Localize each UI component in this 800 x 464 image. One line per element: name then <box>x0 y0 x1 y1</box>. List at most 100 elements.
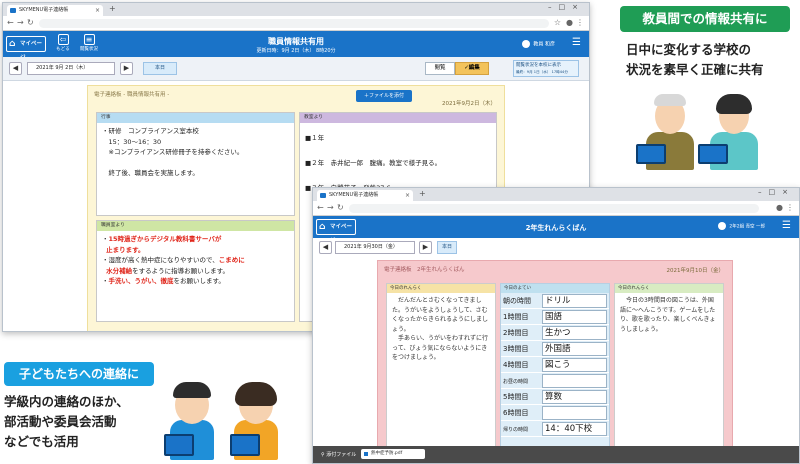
date-toolbar-2: ◀ 2021年 9月30日（金） ▶ 本日 <box>313 238 799 258</box>
date-field-2[interactable]: 2021年 9月30日（金） <box>335 241 415 254</box>
next-day-button-2[interactable]: ▶ <box>419 241 432 254</box>
events-panel-text[interactable]: ・研修 コンプライアンス室本校 15：30～16：30 ※コンプライアンス研修冊… <box>97 123 294 182</box>
more-icon[interactable]: ⋮ <box>786 203 794 212</box>
window-controls[interactable]: –□× <box>548 3 585 11</box>
date-field[interactable]: 2021年 9月 2日（木） <box>27 62 115 75</box>
attachment-file[interactable]: 熱中症予防.pdf <box>361 449 425 459</box>
period-subject[interactable]: 算数 <box>542 390 607 404</box>
notice-title: 今日のれんらく <box>387 284 495 293</box>
browser-tab-2[interactable]: SKYMENU電子連絡帳 × <box>317 190 413 201</box>
schedule-row: 1時間目 国語 <box>501 309 609 325</box>
reload-icon[interactable]: ↻ <box>27 18 34 27</box>
notice-text[interactable]: だんだんとさむくなってきました。うがいをようしょうして、さむくなったからきられる… <box>387 293 495 366</box>
add-file-button[interactable]: ＋ファイルを添付 <box>356 90 412 102</box>
board-title: 電子連絡板 - 職員情報共有用 - <box>94 92 170 98</box>
events-panel-title: 行事 <box>97 113 294 123</box>
user-name: 教員 和彦 <box>533 41 555 48</box>
period-subject[interactable] <box>542 374 607 388</box>
news-title: 今日のれんらく <box>615 284 723 293</box>
browser-tab[interactable]: SKYMENU電子連絡帳 × <box>7 5 103 16</box>
heat-notice: 湿度が高く熱中症になりやすいので、 <box>108 256 219 264</box>
attachment-file-name: 熱中症予防.pdf <box>371 451 403 456</box>
news-text[interactable]: 今日の3時間目の図こうは、外国語に～へんこうです。ゲームをしたり、歌を歌ったり、… <box>615 293 723 337</box>
window-controls-2[interactable]: –□× <box>758 188 795 196</box>
profile-icon[interactable]: ● <box>566 18 573 27</box>
period-subject[interactable]: ドリル <box>542 294 607 308</box>
user-area-2[interactable]: 2年2組 青空 一郎 <box>718 222 765 230</box>
notice-panel: 今日のれんらく だんだんとさむくなってきました。うがいをようしょうして、さむくな… <box>386 283 496 451</box>
period-label: 4時間目 <box>503 361 529 369</box>
date-toolbar: ◀ 2021年 9月 2日（木） ▶ 本日 閲覧 ✓編集 閲覧状況を本校に表示最… <box>3 57 589 81</box>
hamburger-menu-icon[interactable]: ☰ <box>782 220 791 231</box>
new-tab-icon[interactable]: + <box>109 4 116 13</box>
today-button[interactable]: 本日 <box>143 62 177 75</box>
hygiene-emph: 手洗い、うがい、徹底 <box>108 277 174 285</box>
new-tab-icon[interactable]: + <box>419 189 426 198</box>
period-label: 朝の時間 <box>503 297 531 305</box>
user-area[interactable]: 教員 和彦 <box>522 40 555 48</box>
address-bar: ← → ↻ ☆ ● ⋮ <box>3 16 589 31</box>
board-date-2: 2021年9月10日（金） <box>666 268 725 274</box>
forward-icon[interactable]: → <box>17 18 24 27</box>
period-subject[interactable]: 国語 <box>542 310 607 324</box>
back-icon[interactable]: ← <box>7 18 14 27</box>
student-board: 電子連絡板 2年生れんらくばん 2021年9月10日（金） 今日のれんらく だん… <box>377 260 733 451</box>
schedule-row: 朝の時間 ドリル <box>501 293 609 309</box>
next-day-button[interactable]: ▶ <box>120 62 133 75</box>
from-admin-panel: 職員室より ・15時過ぎからデジタル教科書サーバが 止まります。 ・湿度が高く熱… <box>96 220 295 322</box>
period-subject[interactable] <box>542 406 607 420</box>
laptop-icon <box>230 434 260 456</box>
heat-notice-tail: をするように指導お願いします。 <box>132 266 229 275</box>
paperclip-icon: ⚲ <box>321 452 325 458</box>
heat-emph-b: 水分補給 <box>106 266 133 275</box>
period-label: 6時間目 <box>503 409 529 417</box>
browser-tab-bar-2: SKYMENU電子連絡帳 × + –□× <box>313 188 799 201</box>
teacher-man-illustration <box>636 92 702 172</box>
attachment-label: ⚲ 添付ファイル <box>321 451 356 458</box>
period-subject[interactable]: 14：40下校 <box>542 422 607 436</box>
edit-mode-button[interactable]: ✓編集 <box>455 62 489 75</box>
period-subject[interactable]: 外国語 <box>542 342 607 356</box>
grade1-line: ■１年 <box>305 134 325 142</box>
attachment-label-text: 添付ファイル <box>326 452 357 458</box>
today-button-2[interactable]: 本日 <box>437 241 457 254</box>
schedule-row: 2時間目 生かつ <box>501 325 609 341</box>
close-tab-icon[interactable]: × <box>405 190 410 201</box>
edit-mode-label: 編集 <box>468 65 480 71</box>
admin-line-1: ・15時過ぎからデジタル教科書サーバが 止まります。 <box>102 235 222 254</box>
url-input[interactable] <box>39 19 549 28</box>
back-icon[interactable]: ← <box>317 203 324 212</box>
prev-day-button-2[interactable]: ◀ <box>319 241 332 254</box>
app-header-2: ⌂マイページ 2年生れんらくばん 2年2組 青空 一郎 ☰ <box>313 216 799 244</box>
period-subject[interactable]: 生かつ <box>542 326 607 340</box>
hamburger-menu-icon[interactable]: ☰ <box>572 37 581 48</box>
period-label: 3時間目 <box>503 345 529 353</box>
server-notice: 15時過ぎからデジタル教科書サーバが <box>108 235 222 243</box>
from-teachers-title: 教室より <box>300 113 496 123</box>
period-subject[interactable]: 図こう <box>542 358 607 372</box>
student-boy-illustration <box>162 376 222 462</box>
laptop-icon <box>698 144 728 164</box>
show-read-status-button[interactable]: 閲覧状況を本校に表示 最終：9月 1日（水） 17時44分 <box>513 60 579 77</box>
student-browser-window: SKYMENU電子連絡帳 × + –□× ← → ↻ ● ⋮ ⌂マイページ 2年生… <box>312 187 800 464</box>
schedule-panel: 今日のよてい 朝の時間 ドリル 1時間目 国語 2時間目 生かつ 3時間目 外国語 4時… <box>500 283 610 451</box>
more-icon[interactable]: ⋮ <box>576 18 584 27</box>
prev-day-button[interactable]: ◀ <box>9 62 22 75</box>
board-date: 2021年9月2日（木） <box>442 101 496 107</box>
view-mode-button[interactable]: 閲覧 <box>425 62 455 75</box>
url-input-2[interactable] <box>349 204 759 213</box>
from-admin-text[interactable]: ・15時過ぎからデジタル教科書サーバが 止まります。 ・湿度が高く熱中症になりや… <box>97 231 294 290</box>
schedule-row: 帰りの時間 14：40下校 <box>501 421 609 437</box>
star-icon[interactable]: ☆ <box>554 18 561 27</box>
schedule-row: 4時間目 図こう <box>501 357 609 373</box>
forward-icon[interactable]: → <box>327 203 334 212</box>
close-tab-icon[interactable]: × <box>95 5 100 16</box>
app-favicon-icon <box>320 193 326 198</box>
student-girl-illustration <box>226 376 286 462</box>
heat-emph-a: こまめに <box>218 256 245 264</box>
from-admin-title: 職員室より <box>97 221 294 231</box>
profile-icon[interactable]: ● <box>776 203 783 212</box>
student-content: ◀ 2021年 9月30日（金） ▶ 本日 電子連絡板 2年生れんらくばん 20… <box>313 238 799 463</box>
reload-icon[interactable]: ↻ <box>337 203 344 212</box>
laptop-icon <box>164 434 194 456</box>
